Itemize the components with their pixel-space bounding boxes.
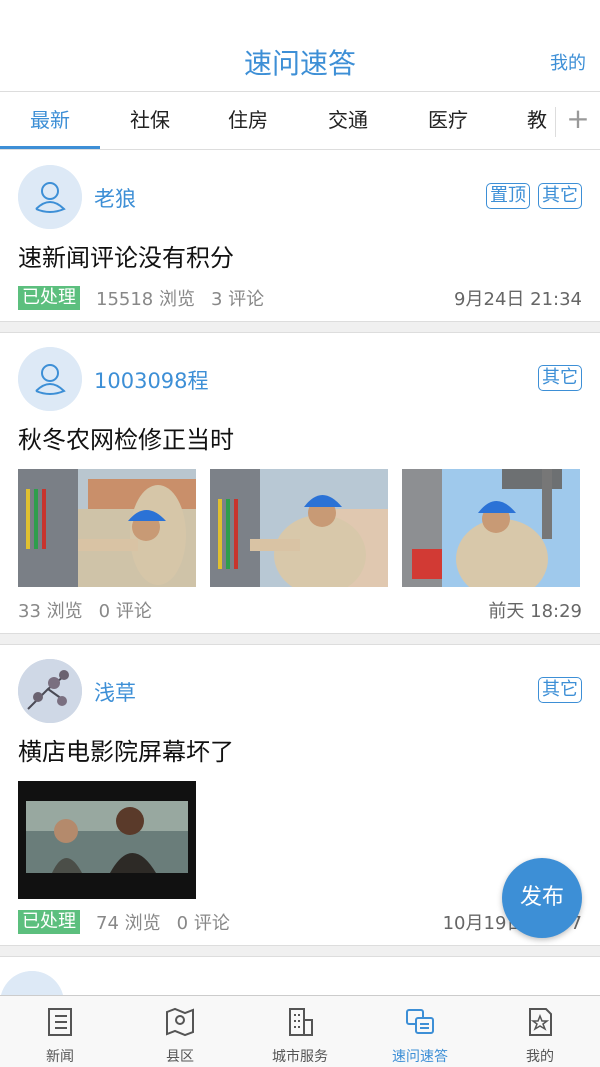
comment-count: 0 评论 bbox=[176, 913, 230, 934]
author-name[interactable]: 老狼 bbox=[94, 183, 136, 213]
nav-label: 县区 bbox=[166, 1049, 194, 1065]
tab-latest[interactable]: 最新 bbox=[0, 93, 100, 149]
building-icon bbox=[289, 1008, 313, 1036]
tab-medical[interactable]: 医疗 bbox=[398, 93, 498, 149]
nav-quick-qa[interactable]: 速问速答 bbox=[360, 996, 480, 1067]
qa-icon bbox=[406, 1009, 434, 1034]
nav-news[interactable]: 新闻 bbox=[0, 996, 120, 1067]
divider bbox=[0, 633, 600, 645]
nav-mine[interactable]: 我的 bbox=[480, 996, 600, 1067]
post-title[interactable]: 速新闻评论没有积分 bbox=[18, 241, 582, 275]
news-icon bbox=[48, 1008, 72, 1036]
post-title[interactable]: 秋冬农网检修正当时 bbox=[18, 423, 582, 457]
page-title: 速问速答 bbox=[243, 47, 356, 80]
profile-star-icon bbox=[529, 1008, 552, 1036]
comment-count: 3 评论 bbox=[210, 289, 265, 310]
status-badge: 已处理 bbox=[18, 286, 80, 310]
plus-icon: + bbox=[566, 102, 590, 135]
tab-housing[interactable]: 住房 bbox=[198, 93, 298, 149]
category-tabs: 最新 社保 住房 交通 医疗 教 + bbox=[0, 93, 600, 150]
active-tab-indicator bbox=[0, 146, 100, 149]
divider bbox=[0, 321, 600, 333]
view-count: 15518 浏览 bbox=[96, 289, 195, 310]
author-name[interactable]: 1003098程 bbox=[94, 365, 209, 395]
comment-count: 0 评论 bbox=[98, 601, 152, 622]
user-icon bbox=[18, 165, 82, 229]
nav-label: 我的 bbox=[526, 1049, 554, 1065]
mine-link[interactable]: 我的 bbox=[550, 49, 586, 75]
question-feed: 老狼 置顶 其它 速新闻评论没有积分 已处理 15518 浏览 3 评论 9月2… bbox=[0, 151, 600, 1035]
app-header: 速问速答 我的 bbox=[0, 0, 600, 92]
avatar[interactable] bbox=[18, 165, 82, 229]
avatar[interactable] bbox=[18, 659, 82, 723]
publish-button[interactable]: 发布 bbox=[502, 858, 582, 938]
tag-pinned: 置顶 bbox=[486, 183, 530, 209]
list-item[interactable]: 老狼 置顶 其它 速新闻评论没有积分 已处理 15518 浏览 3 评论 9月2… bbox=[0, 151, 600, 321]
tab-separator bbox=[555, 107, 556, 137]
avatar[interactable] bbox=[18, 347, 82, 411]
map-icon bbox=[166, 1007, 194, 1037]
post-title[interactable]: 横店电影院屏幕坏了 bbox=[18, 735, 582, 769]
post-image-cinema-screen[interactable] bbox=[18, 781, 196, 899]
post-images bbox=[18, 781, 582, 899]
user-icon bbox=[18, 347, 82, 411]
view-count: 33 浏览 bbox=[18, 601, 83, 622]
nav-city-services[interactable]: 城市服务 bbox=[240, 996, 360, 1067]
nav-label: 速问速答 bbox=[392, 1049, 448, 1065]
nav-county[interactable]: 县区 bbox=[120, 996, 240, 1067]
status-badge: 已处理 bbox=[18, 910, 80, 934]
divider bbox=[0, 945, 600, 957]
nav-label: 新闻 bbox=[46, 1049, 74, 1065]
post-images bbox=[18, 469, 582, 587]
add-category-button[interactable]: + bbox=[556, 93, 600, 149]
flower-avatar-image bbox=[18, 659, 82, 723]
tab-social-security[interactable]: 社保 bbox=[100, 93, 200, 149]
list-item[interactable]: 1003098程 其它 秋冬农网检修正当时 33 浏览 0 评论 前天 18:2… bbox=[0, 333, 600, 633]
view-count: 74 浏览 bbox=[96, 913, 161, 934]
list-item[interactable] bbox=[0, 957, 600, 1035]
bottom-navigation: 新闻 县区 城市服务 速问速答 我的 bbox=[0, 995, 600, 1067]
post-time: 9月24日 21:34 bbox=[454, 289, 582, 310]
tag-other: 其它 bbox=[538, 365, 582, 391]
post-image-worker-2[interactable] bbox=[210, 469, 388, 587]
tab-traffic[interactable]: 交通 bbox=[298, 93, 398, 149]
author-name[interactable]: 浅草 bbox=[94, 677, 136, 707]
post-image-worker-3[interactable] bbox=[402, 469, 580, 587]
tag-other: 其它 bbox=[538, 183, 582, 209]
tag-other: 其它 bbox=[538, 677, 582, 703]
post-image-worker-1[interactable] bbox=[18, 469, 196, 587]
nav-label: 城市服务 bbox=[272, 1049, 328, 1065]
post-time: 前天 18:29 bbox=[488, 601, 582, 622]
